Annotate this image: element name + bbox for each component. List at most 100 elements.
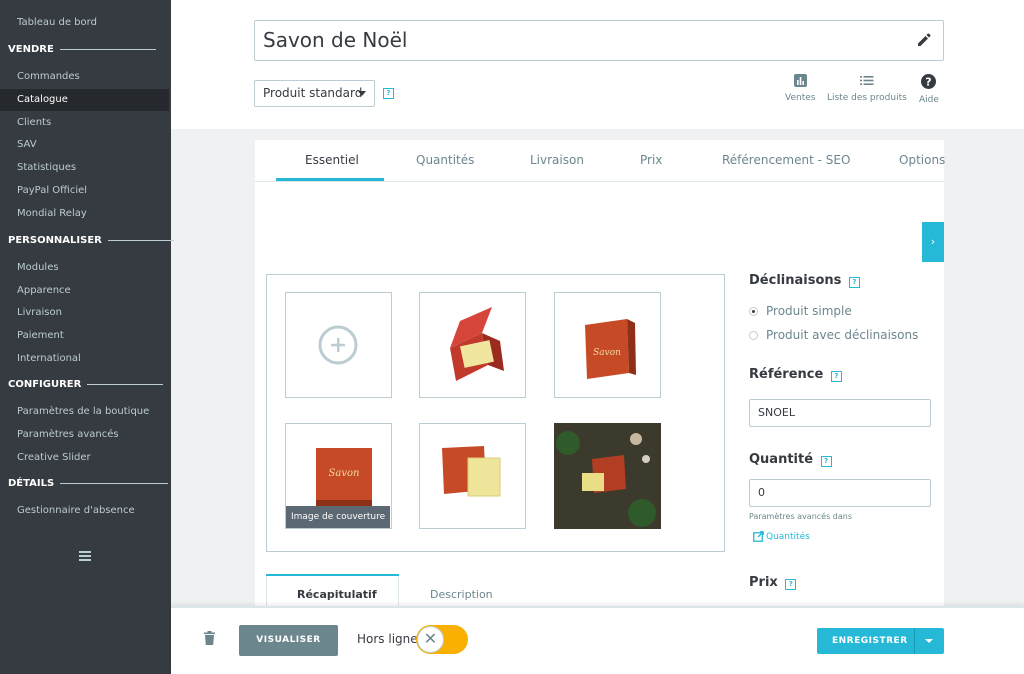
product-image	[442, 446, 501, 497]
cover-image-thumb[interactable]: Savon Image de couverture	[285, 423, 392, 529]
product-image: Savon	[585, 319, 636, 379]
sidebar-item-gestionnaire-absence[interactable]: Gestionnaire d'absence	[17, 505, 135, 516]
sidebar-item-catalogue[interactable]: Catalogue	[0, 89, 169, 111]
help-icon[interactable]: ?	[848, 277, 860, 288]
sidebar-section-title: CONFIGURER	[8, 379, 82, 390]
product-image-thumb[interactable]	[419, 292, 526, 398]
tab-essentiel[interactable]: Essentiel	[305, 153, 359, 167]
sidebar-section-vendre: VENDRE	[8, 44, 156, 55]
tab-options[interactable]: Options	[899, 153, 945, 167]
tool-liste-produits[interactable]: Liste des produits	[827, 74, 907, 103]
bar-chart-icon	[793, 74, 807, 87]
product-image-thumb[interactable]: Savon	[554, 292, 661, 398]
product-name-input[interactable]: Savon de Noël	[254, 20, 944, 61]
sidebar-section-personnaliser: PERSONNALISER	[8, 235, 174, 246]
quantities-link[interactable]: Quantités	[753, 531, 810, 542]
radio-button[interactable]	[749, 330, 758, 340]
quantity-title: Quantité ?	[749, 452, 832, 467]
reference-input[interactable]: SNOEL	[749, 399, 931, 427]
plus-circle-icon	[318, 325, 358, 365]
sidebar-item-livraison[interactable]: Livraison	[17, 307, 62, 318]
save-button[interactable]: ENREGISTRER	[817, 628, 944, 654]
svg-text:Savon: Savon	[593, 348, 621, 358]
online-toggle[interactable]: ✕	[416, 625, 468, 654]
tab-prix[interactable]: Prix	[640, 153, 662, 167]
tab-livraison[interactable]: Livraison	[530, 153, 584, 167]
advanced-settings-note: Paramètres avancés dans	[749, 512, 853, 521]
sidebar-item-creative-slider[interactable]: Creative Slider	[17, 452, 91, 463]
save-button-label: ENREGISTRER	[832, 636, 908, 646]
help-icon[interactable]: ?	[785, 579, 797, 590]
svg-text:Savon: Savon	[329, 468, 360, 479]
sidebar-item-apparence[interactable]: Apparence	[17, 285, 71, 296]
section-divider	[107, 240, 174, 241]
tool-label: Ventes	[785, 93, 816, 103]
section-divider	[87, 384, 164, 385]
radio-button-checked[interactable]	[749, 306, 758, 316]
tool-aide[interactable]: ? Aide	[919, 74, 939, 105]
expand-panel-button[interactable]: ›	[922, 222, 944, 262]
product-image-thumb[interactable]	[554, 423, 661, 529]
quantity-input[interactable]: 0	[749, 479, 931, 507]
sidebar-section-details: DÉTAILS	[8, 478, 169, 489]
tab-quantites[interactable]: Quantités	[416, 153, 474, 167]
product-type-select[interactable]: Produit standard	[254, 80, 375, 107]
trash-icon[interactable]	[204, 631, 215, 645]
sidebar-item-parametres-avances[interactable]: Paramètres avancés	[17, 429, 119, 440]
close-icon: ✕	[417, 626, 444, 653]
help-icon[interactable]: ?	[383, 88, 394, 99]
product-type-value: Produit standard	[263, 86, 363, 100]
reference-label: Référence	[749, 367, 824, 382]
sidebar-section-configurer: CONFIGURER	[8, 379, 164, 390]
sidebar-item-dashboard[interactable]: Tableau de bord	[17, 17, 97, 28]
subtab-recapitulatif[interactable]: Récapitulatif	[297, 588, 377, 601]
section-divider	[59, 49, 156, 50]
radio-produit-simple[interactable]: Produit simple	[749, 304, 852, 318]
declinaisons-label: Déclinaisons	[749, 273, 842, 288]
subtab-description[interactable]: Description	[430, 588, 493, 601]
cover-image-label: Image de couverture	[286, 506, 390, 528]
sidebar-item-paypal[interactable]: PayPal Officiel	[17, 185, 87, 196]
offline-label: Hors ligne	[357, 632, 418, 646]
radio-label: Produit avec déclinaisons	[766, 328, 919, 342]
sidebar-item-clients[interactable]: Clients	[17, 117, 51, 128]
sidebar-item-sav[interactable]: SAV	[17, 139, 37, 150]
price-title: Prix ?	[749, 575, 797, 590]
price-label: Prix	[749, 575, 778, 590]
tool-ventes[interactable]: Ventes	[785, 74, 815, 103]
sidebar-item-parametres-boutique[interactable]: Paramètres de la boutique	[17, 406, 149, 417]
sidebar: Tableau de bord VENDRE Commandes Catalog…	[0, 0, 174, 674]
tool-label: Aide	[919, 95, 939, 105]
section-divider	[60, 483, 169, 484]
tool-label: Liste des produits	[827, 93, 907, 103]
active-tab-indicator	[276, 178, 384, 181]
product-image	[450, 307, 504, 381]
tab-seo[interactable]: Référencement - SEO	[722, 153, 850, 167]
radio-produit-declinaisons[interactable]: Produit avec déclinaisons	[749, 328, 918, 342]
list-icon	[859, 76, 874, 85]
sidebar-item-international[interactable]: International	[17, 353, 81, 364]
external-link-icon	[753, 531, 764, 542]
chevron-down-icon	[358, 91, 366, 96]
svg-text:?: ?	[926, 76, 932, 89]
sidebar-item-paiement[interactable]: Paiement	[17, 330, 64, 341]
reference-title: Référence ?	[749, 367, 842, 382]
quantity-label: Quantité	[749, 452, 814, 467]
preview-button[interactable]: VISUALISER	[239, 625, 338, 656]
sidebar-item-modules[interactable]: Modules	[17, 262, 59, 273]
hamburger-icon[interactable]	[79, 551, 91, 563]
product-image	[554, 423, 661, 529]
sidebar-section-title: PERSONNALISER	[8, 235, 102, 246]
sidebar-section-title: DÉTAILS	[8, 478, 55, 489]
quantities-link-label: Quantités	[766, 531, 810, 542]
pencil-icon[interactable]	[916, 32, 932, 48]
help-icon[interactable]: ?	[830, 371, 842, 382]
add-image-button[interactable]	[285, 292, 392, 398]
sidebar-item-commandes[interactable]: Commandes	[17, 71, 80, 82]
chevron-down-icon[interactable]	[925, 639, 933, 643]
sidebar-item-mondial-relay[interactable]: Mondial Relay	[17, 208, 87, 219]
sidebar-item-statistiques[interactable]: Statistiques	[17, 162, 76, 173]
sidebar-section-title: VENDRE	[8, 44, 54, 55]
help-icon[interactable]: ?	[820, 456, 832, 467]
product-image-thumb[interactable]	[419, 423, 526, 529]
